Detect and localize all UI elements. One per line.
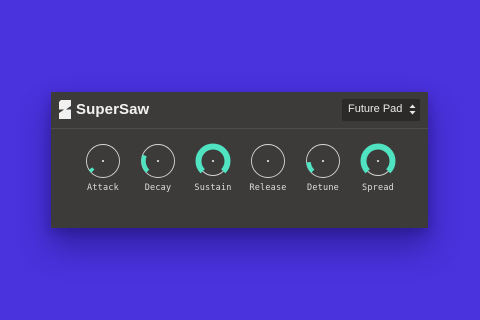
knob-center-dot (376, 159, 380, 163)
knob-value-arc (360, 143, 396, 174)
knob-sustain[interactable]: Sustain (188, 143, 238, 213)
knob-center-dot (211, 159, 215, 163)
knob-value-arc (306, 161, 315, 173)
knob-release[interactable]: Release (243, 143, 293, 213)
knob-value-arc (141, 154, 150, 173)
synth-title: SuperSaw (76, 101, 150, 118)
knob-dial-decay[interactable] (140, 143, 176, 179)
knob-decay[interactable]: Decay (133, 143, 183, 213)
knob-center-dot (101, 159, 105, 163)
knob-dial-spread[interactable] (360, 143, 396, 179)
knob-dial-release[interactable] (250, 143, 286, 179)
panel-header: SuperSaw Future Pad (51, 92, 428, 129)
preset-select-value: Future Pad (348, 103, 403, 115)
synth-panel: SuperSaw Future Pad Attack Decay Sustain Re… (51, 92, 428, 228)
knob-center-dot (321, 159, 325, 163)
knob-dial-detune[interactable] (305, 143, 341, 179)
knob-spread[interactable]: Spread (353, 143, 403, 213)
knob-label: Spread (362, 183, 394, 193)
knob-center-dot (156, 159, 160, 163)
knob-row: Attack Decay Sustain Release Detune Spread (51, 129, 428, 228)
chevron-up-down-icon (409, 104, 416, 115)
knob-value-arc (88, 167, 95, 173)
s-logo-icon (59, 100, 71, 119)
preset-select[interactable]: Future Pad (342, 99, 420, 121)
page-background: SuperSaw Future Pad Attack Decay Sustain Re… (0, 0, 480, 320)
knob-attack[interactable]: Attack (78, 143, 128, 213)
knob-value-arc (195, 143, 231, 174)
knob-detune[interactable]: Detune (298, 143, 348, 213)
knob-dial-sustain[interactable] (195, 143, 231, 179)
knob-center-dot (266, 159, 270, 163)
knob-dial-attack[interactable] (85, 143, 121, 179)
